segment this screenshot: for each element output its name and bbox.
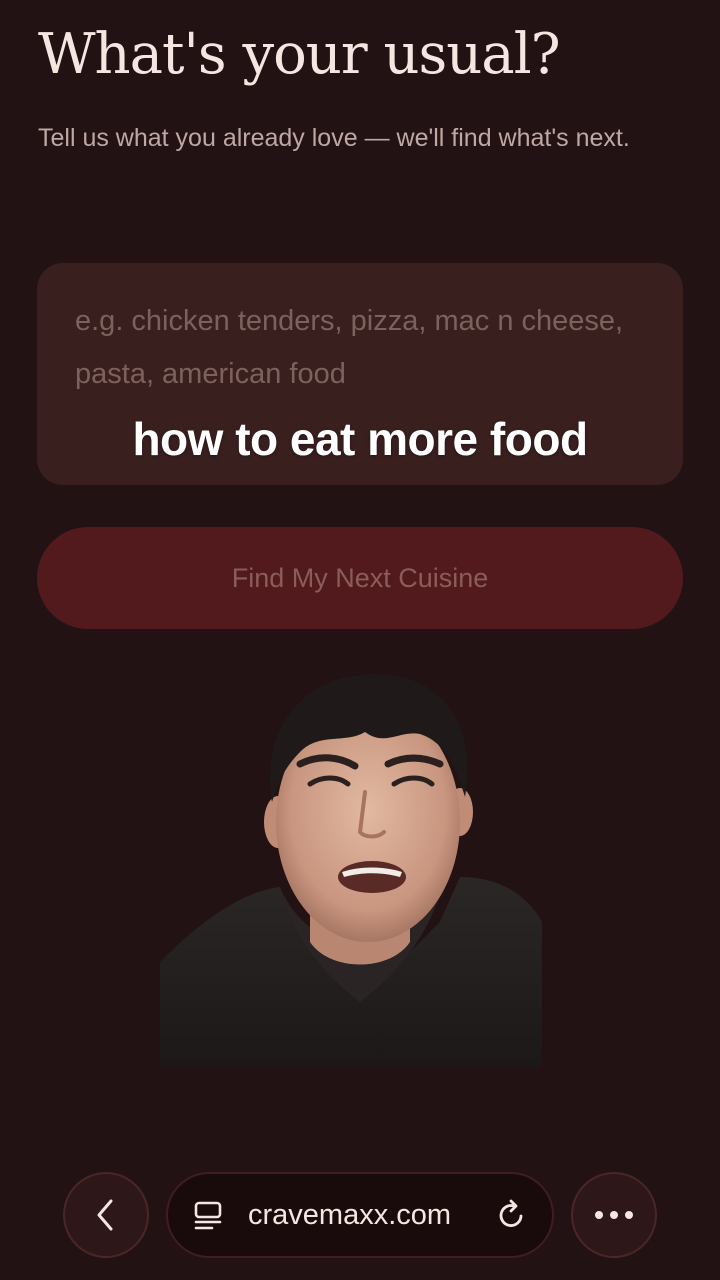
usual-foods-input[interactable]	[75, 295, 645, 405]
more-dots-icon	[594, 1210, 634, 1220]
more-button[interactable]	[571, 1172, 657, 1258]
presenter-image	[160, 673, 542, 1068]
find-next-cuisine-button[interactable]: Find My Next Cuisine	[37, 527, 683, 629]
url-text: cravemaxx.com	[248, 1198, 452, 1231]
back-button[interactable]	[63, 1172, 149, 1258]
reload-icon[interactable]	[494, 1198, 528, 1232]
chevron-left-icon	[91, 1197, 121, 1233]
page-title: What's your usual?	[38, 22, 561, 87]
page-subtitle: Tell us what you already love — we'll fi…	[38, 124, 630, 152]
page-menu-icon[interactable]	[192, 1198, 226, 1232]
address-bar[interactable]: cravemaxx.com	[166, 1172, 554, 1258]
page: What's your usual? Tell us what you alre…	[0, 0, 720, 1280]
usual-foods-box	[37, 263, 683, 485]
